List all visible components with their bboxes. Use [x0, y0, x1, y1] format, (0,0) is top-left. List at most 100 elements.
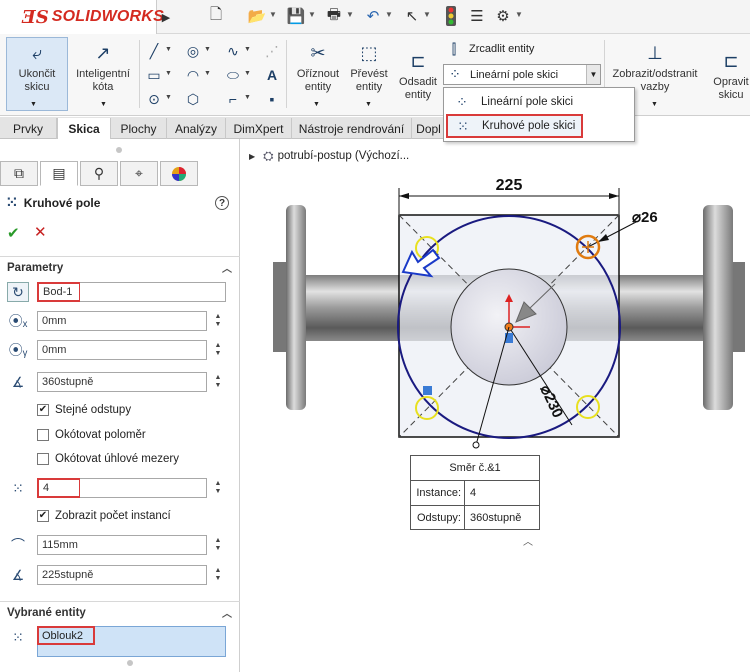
- tab-features[interactable]: Prvky: [0, 118, 57, 139]
- chevron-down-icon[interactable]: ▼: [586, 65, 600, 84]
- chevron-down-icon[interactable]: ▼: [385, 10, 393, 19]
- selected-entities-section-header[interactable]: Vybrané entity ︿: [0, 601, 240, 623]
- tab-surfaces[interactable]: Plochy: [111, 118, 167, 139]
- checkbox-box[interactable]: ✔: [37, 510, 49, 522]
- dim-angular-checkbox[interactable]: Okótovat úhlové mezery: [37, 453, 179, 465]
- arc-angle-input[interactable]: 225stupně: [37, 565, 207, 585]
- center-y-input[interactable]: 0mm: [37, 340, 207, 360]
- new-icon[interactable]: 🗋: [205, 5, 227, 27]
- tab-render-tools[interactable]: Nástroje rendrování: [292, 118, 412, 139]
- rebuild-icon[interactable]: [440, 5, 462, 27]
- radius-stepper[interactable]: ▲ ▼: [212, 535, 224, 555]
- checkbox-box[interactable]: [37, 453, 49, 465]
- angle-input[interactable]: 360stupně: [37, 372, 207, 392]
- cancel-button[interactable]: ✕: [34, 223, 47, 241]
- chevron-up-icon[interactable]: ︿: [222, 260, 232, 275]
- chevron-down-icon[interactable]: ▼: [346, 10, 354, 19]
- menu-expand-icon[interactable]: ▶: [158, 0, 174, 34]
- tab-sketch[interactable]: Skica: [57, 118, 111, 139]
- save-icon[interactable]: 💾: [285, 5, 307, 27]
- center-x-stepper[interactable]: ▲ ▼: [212, 311, 224, 331]
- chevron-down-icon[interactable]: ▼: [244, 70, 251, 77]
- help-icon[interactable]: ?: [215, 196, 229, 210]
- polygon-icon[interactable]: ⬡: [184, 90, 202, 108]
- select-icon[interactable]: ↖: [401, 5, 423, 27]
- checkbox-box[interactable]: [37, 429, 49, 441]
- appearance-tab-icon[interactable]: [160, 161, 198, 186]
- options-icon[interactable]: ⚙: [492, 5, 514, 27]
- tab-dimxpert[interactable]: DimXpert: [226, 118, 292, 139]
- chevron-down-icon[interactable]: ▼: [165, 94, 172, 101]
- exit-sketch-button[interactable]: ⤶ Ukončit skicu: [6, 37, 68, 111]
- center-x-input[interactable]: 0mm: [37, 311, 207, 331]
- menu-item-circular-pattern[interactable]: ⁙ Kruhové pole skici: [446, 114, 583, 138]
- circle-icon[interactable]: ◎: [184, 42, 202, 60]
- instance-count-input[interactable]: 4: [37, 478, 81, 498]
- chevron-down-icon[interactable]: ▼: [30, 101, 37, 108]
- arc-angle-stepper[interactable]: ▲ ▼: [212, 565, 224, 585]
- spline-icon[interactable]: ∿: [224, 42, 242, 60]
- ellipse-icon[interactable]: ⬭: [224, 66, 242, 84]
- chevron-down-icon[interactable]: ▼: [651, 101, 658, 108]
- chevron-up-icon[interactable]: ︿: [523, 533, 533, 548]
- fillet-icon[interactable]: ⌐: [224, 90, 242, 108]
- angle-stepper[interactable]: ▲ ▼: [212, 372, 224, 392]
- chevron-up-icon[interactable]: ︿: [222, 605, 232, 620]
- pattern-type-select[interactable]: ⁘ Lineární pole skici ▼: [443, 64, 601, 85]
- property-manager-tab-icon[interactable]: ▤: [40, 161, 78, 186]
- slot-icon[interactable]: ⊙: [145, 90, 163, 108]
- display-relations-button[interactable]: ⊥ Zobrazit/odstranit vazby: [606, 40, 704, 94]
- instance-count-input-ext[interactable]: [80, 478, 207, 498]
- radius-input[interactable]: 115mm: [37, 535, 207, 555]
- chevron-down-icon[interactable]: ▼: [204, 70, 211, 77]
- text-icon[interactable]: A: [263, 66, 281, 84]
- smart-dimension-button[interactable]: ↗ Inteligentní kóta: [70, 40, 136, 94]
- solidworks-logo[interactable]: ƎS SOLIDWORKS: [0, 0, 164, 34]
- menu-item-linear-pattern[interactable]: ⁘ Lineární pole skici: [445, 90, 633, 114]
- skip-instance-marker[interactable]: [423, 386, 432, 395]
- selected-entity-item[interactable]: Oblouk2: [37, 626, 95, 645]
- chevron-down-icon[interactable]: ▼: [165, 46, 172, 53]
- parameters-section-header[interactable]: Parametry ︿: [0, 256, 240, 278]
- configuration-tab-icon[interactable]: ⚲: [80, 161, 118, 186]
- list-resize-grip[interactable]: [127, 660, 133, 666]
- arc-icon[interactable]: ◠: [184, 66, 202, 84]
- chevron-down-icon[interactable]: ▼: [308, 10, 316, 19]
- center-y-stepper[interactable]: ▲ ▼: [212, 340, 224, 360]
- ok-button[interactable]: ✔: [7, 224, 20, 242]
- reverse-direction-icon[interactable]: ↻: [7, 282, 29, 302]
- dim-radius-checkbox[interactable]: Okótovat poloměr: [37, 429, 146, 441]
- undo-icon[interactable]: ↶: [362, 5, 384, 27]
- mirror-entities-button[interactable]: ⫿ Zrcadlit entity: [445, 40, 535, 58]
- construction-grid-icon[interactable]: ⋰: [263, 42, 281, 60]
- dimension-hole[interactable]: ⌀26: [632, 209, 658, 226]
- chevron-down-icon[interactable]: ▼: [244, 46, 251, 53]
- callout-spacing-value[interactable]: 360stupně: [465, 512, 521, 524]
- repair-sketch-button[interactable]: ⊏ Opravit skicu: [706, 48, 750, 102]
- open-icon[interactable]: 📂: [246, 5, 268, 27]
- dimension-width[interactable]: 225: [496, 177, 523, 194]
- print-icon[interactable]: 🖶: [323, 5, 345, 27]
- chevron-down-icon[interactable]: ▼: [204, 46, 211, 53]
- instance-count-stepper[interactable]: ▲ ▼: [212, 478, 224, 498]
- checkbox-box[interactable]: ✔: [37, 404, 49, 416]
- center-point-field-ext[interactable]: [80, 282, 226, 302]
- callout-instance-value[interactable]: 4: [465, 487, 476, 499]
- equal-spacing-checkbox[interactable]: ✔ Stejné odstupy: [37, 404, 131, 416]
- trim-entities-button[interactable]: ✂ Oříznout entity: [292, 40, 344, 94]
- chevron-down-icon[interactable]: ▼: [244, 94, 251, 101]
- pattern-callout[interactable]: Směr č.&1 Instance: 4 Odstupy: 360stupně: [410, 455, 540, 530]
- chevron-down-icon[interactable]: ▼: [423, 10, 431, 19]
- point-icon[interactable]: ▪: [263, 90, 281, 108]
- rectangle-icon[interactable]: ▭: [145, 66, 163, 84]
- convert-entities-button[interactable]: ⬚ Převést entity: [345, 40, 393, 94]
- chevron-down-icon[interactable]: ▼: [269, 10, 277, 19]
- tab-analysis[interactable]: Analýzy: [167, 118, 226, 139]
- chevron-down-icon[interactable]: ▼: [515, 10, 523, 19]
- tab-addins[interactable]: Dopl: [412, 118, 445, 139]
- show-instance-count-checkbox[interactable]: ✔ Zobrazit počet instancí: [37, 510, 171, 522]
- chevron-down-icon[interactable]: ▼: [165, 70, 172, 77]
- file-properties-icon[interactable]: ☰: [466, 5, 488, 27]
- chevron-down-icon[interactable]: ▼: [313, 101, 320, 108]
- line-icon[interactable]: ╱: [145, 42, 163, 60]
